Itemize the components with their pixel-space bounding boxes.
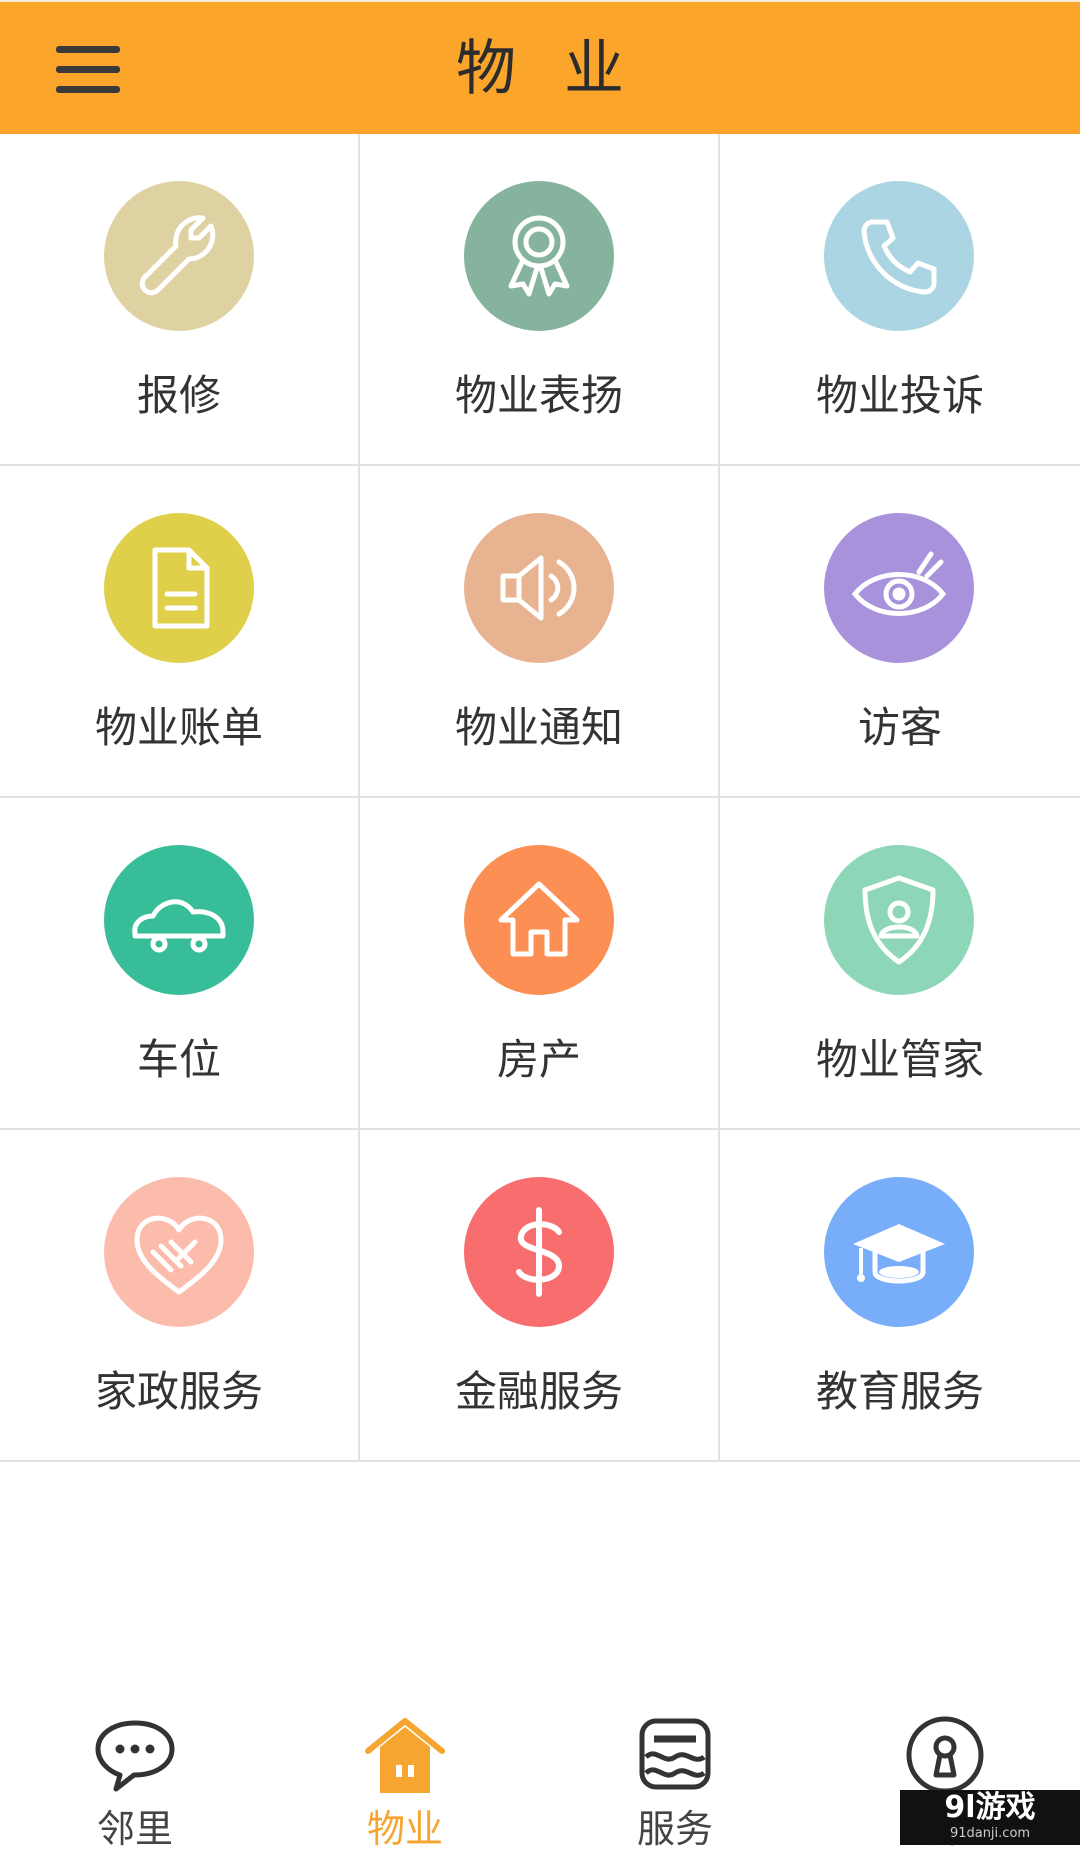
- grid-item-label: 物业通知: [454, 703, 623, 752]
- shield-user-icon: [824, 845, 974, 995]
- home-icon: [362, 1715, 448, 1795]
- grid-item-property[interactable]: 房产: [360, 798, 720, 1130]
- speaker-icon: [464, 513, 614, 663]
- grid-item-label: 家政服务: [94, 1367, 263, 1416]
- grid-item-visitor[interactable]: 访客: [720, 466, 1080, 798]
- grid-item-label: 教育服务: [815, 1367, 984, 1416]
- grid-item-label: 车位: [136, 1035, 221, 1084]
- watermark-text: 9l游戏: [944, 1790, 1036, 1825]
- grid-item-complaint[interactable]: 物业投诉: [720, 134, 1080, 466]
- grid-item-label: 金融服务: [454, 1367, 623, 1416]
- grid-item-repair[interactable]: 报修: [0, 134, 360, 466]
- page-title: 物业: [456, 34, 672, 104]
- watermark-logo: 9l游戏 91danji.com: [900, 1790, 1080, 1845]
- phone-icon: [824, 181, 974, 331]
- grid-item-label: 物业投诉: [815, 371, 984, 420]
- grid-item-label: 物业账单: [94, 703, 263, 752]
- handshake-heart-icon: [104, 1177, 254, 1327]
- house-icon: [464, 845, 614, 995]
- award-ribbon-icon: [464, 181, 614, 331]
- document-icon: [104, 513, 254, 663]
- grid-item-education[interactable]: 教育服务: [720, 1130, 1080, 1462]
- grid-item-label: 物业表扬: [454, 371, 623, 420]
- grid-item-housekeeping[interactable]: 家政服务: [0, 1130, 360, 1462]
- graduation-cap-icon: [824, 1177, 974, 1327]
- grid-item-praise[interactable]: 物业表扬: [360, 134, 720, 466]
- eye-icon: [824, 513, 974, 663]
- feature-grid: 报修 物业表扬 物业投诉 物业账单 物业通知 访客 车位 房产 物业管家 家政服…: [0, 134, 1080, 1462]
- grid-item-label: 访客: [857, 703, 942, 752]
- grid-item-label: 报修: [136, 371, 221, 420]
- keyhole-icon: [902, 1715, 988, 1795]
- car-icon: [104, 845, 254, 995]
- tab-property[interactable]: 物业: [270, 1700, 540, 1851]
- watermark-url: 91danji.com: [949, 1826, 1031, 1841]
- grid-item-label: 房产: [496, 1035, 581, 1084]
- grid-item-finance[interactable]: 金融服务: [360, 1130, 720, 1462]
- grid-item-bill[interactable]: 物业账单: [0, 466, 360, 798]
- wrench-icon: [104, 181, 254, 331]
- chat-bubble-icon: [92, 1715, 178, 1795]
- app-header: 物业: [0, 0, 1080, 134]
- grid-item-label: 物业管家: [815, 1035, 984, 1084]
- tab-neighbors[interactable]: 邻里: [0, 1700, 270, 1851]
- grid-item-parking[interactable]: 车位: [0, 798, 360, 1130]
- grid-item-butler[interactable]: 物业管家: [720, 798, 1080, 1130]
- tab-services[interactable]: 服务: [540, 1700, 810, 1851]
- service-icon: [632, 1715, 718, 1795]
- grid-item-notice[interactable]: 物业通知: [360, 466, 720, 798]
- dollar-icon: [464, 1177, 614, 1327]
